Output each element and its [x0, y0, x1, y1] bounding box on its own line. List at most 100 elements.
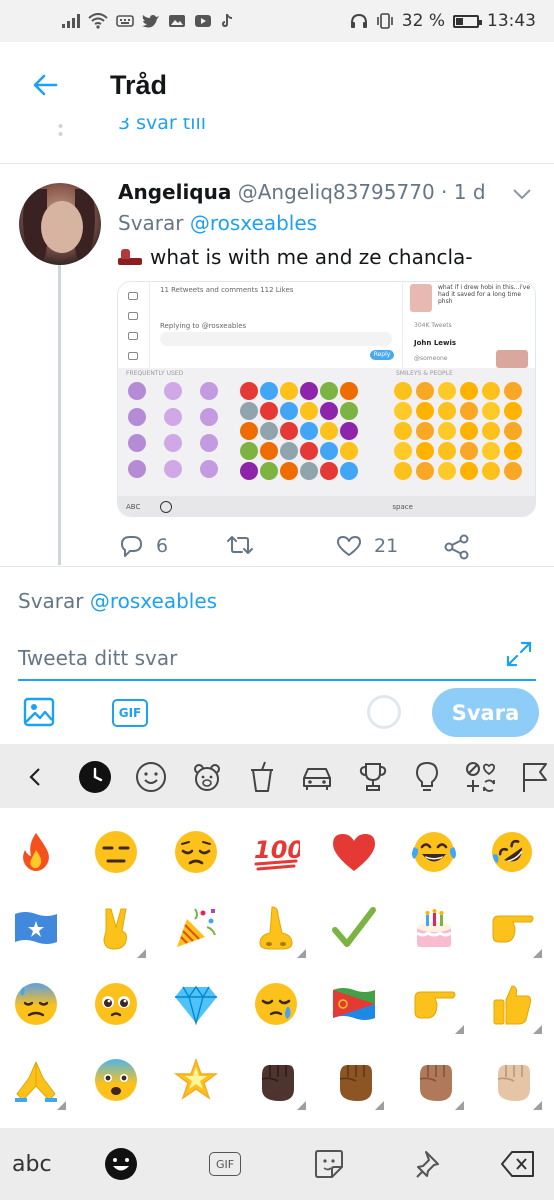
- abc-key[interactable]: abc: [12, 1146, 52, 1182]
- hundred-points-emoji[interactable]: 100: [252, 828, 300, 876]
- food-category-icon[interactable]: [245, 760, 279, 794]
- pleading-face-emoji[interactable]: [92, 980, 140, 1028]
- like-action[interactable]: 21: [336, 534, 398, 558]
- media-emoji-thumb: [460, 442, 478, 460]
- tweet-media-image[interactable]: 11 Retweets and comments 112 Likes Reply…: [117, 281, 536, 517]
- compose-replying-to: Svarar @rosxeables: [18, 589, 217, 613]
- avatar[interactable]: [19, 183, 101, 265]
- clock: 13:43: [487, 11, 536, 31]
- reply-action[interactable]: 6: [118, 534, 168, 558]
- media-emoji-thumb: [260, 382, 278, 400]
- media-emoji-thumb: [300, 462, 318, 480]
- chevron-left-icon[interactable]: [18, 760, 52, 794]
- media-emoji-thumb: [300, 402, 318, 420]
- pin-key-icon[interactable]: [414, 1146, 446, 1182]
- smiley-category-icon[interactable]: [134, 760, 168, 794]
- mention-link[interactable]: @rosxeables: [190, 211, 317, 235]
- back-button[interactable]: [0, 42, 90, 128]
- wifi-icon: [88, 13, 108, 29]
- folded-hands-emoji[interactable]: [12, 1056, 66, 1110]
- recent-clock-icon[interactable]: [78, 760, 112, 794]
- fire-emoji[interactable]: [12, 828, 60, 876]
- raised-fist-dark-emoji[interactable]: [252, 1056, 306, 1110]
- lightbulb-category-icon[interactable]: [410, 760, 444, 794]
- trophy-category-icon[interactable]: [356, 760, 390, 794]
- compose-mention-link[interactable]: @rosxeables: [90, 589, 217, 613]
- media-emoji-thumb: [504, 422, 522, 440]
- media-emoji-thumb: [164, 434, 182, 452]
- animal-category-icon[interactable]: [190, 760, 224, 794]
- media-emoji-thumb: [320, 442, 338, 460]
- expressionless-face-icon: [95, 831, 137, 873]
- anxious-sweat-emoji[interactable]: [12, 980, 60, 1028]
- flag-category-icon[interactable]: [518, 760, 552, 794]
- raised-fist-medium-emoji[interactable]: [410, 1056, 464, 1110]
- sticker-key-icon[interactable]: [312, 1146, 346, 1182]
- party-popper-icon: [177, 908, 216, 947]
- party-popper-emoji[interactable]: [172, 904, 220, 952]
- pleading-face-icon: [95, 983, 137, 1025]
- birthday-cake-emoji[interactable]: [410, 904, 458, 952]
- tweet[interactable]: Angeliqua @Angeliq83795770 · 1 d Svarar …: [0, 165, 554, 565]
- reply-send-button[interactable]: Svara: [432, 688, 539, 737]
- raised-fist-medium-dark-emoji[interactable]: [330, 1056, 384, 1110]
- share-action[interactable]: [444, 534, 470, 560]
- reply-count: 6: [156, 535, 169, 557]
- media-emoji-thumb: [280, 402, 298, 420]
- thumbs-up-emoji[interactable]: [488, 980, 542, 1034]
- backspace-icon[interactable]: [500, 1146, 536, 1182]
- victory-hand-emoji[interactable]: [92, 904, 146, 958]
- pensive-face-icon: [175, 831, 217, 873]
- check-mark-emoji[interactable]: [330, 904, 378, 952]
- travel-category-icon[interactable]: [300, 760, 334, 794]
- pointing-right-emoji[interactable]: [488, 904, 542, 958]
- emoji-key-icon[interactable]: [103, 1146, 139, 1182]
- tears-of-joy-emoji[interactable]: [410, 828, 458, 876]
- check-mark-icon: [332, 907, 376, 947]
- media-emoji-thumb: [340, 382, 358, 400]
- rolling-laughing-emoji[interactable]: [488, 828, 536, 876]
- retweet-action[interactable]: [226, 534, 254, 556]
- somalia-flag-icon: [15, 912, 57, 944]
- media-emoji-thumb: [438, 382, 456, 400]
- nose-emoji[interactable]: [252, 904, 306, 958]
- media-emoji-thumb: [482, 402, 500, 420]
- author-name[interactable]: Angeliqua: [118, 180, 231, 204]
- app-header: Tråd: [0, 42, 554, 128]
- media-emoji-thumb: [438, 402, 456, 420]
- media-emoji-thumb: [438, 422, 456, 440]
- raised-fist-light-emoji[interactable]: [488, 1056, 542, 1110]
- expressionless-face-emoji[interactable]: [92, 828, 140, 876]
- gif-button[interactable]: GIF: [112, 699, 148, 727]
- media-emoji-thumb: [280, 422, 298, 440]
- fire-emoji-icon: [23, 833, 49, 871]
- media-emoji-thumb: [482, 462, 500, 480]
- media-emoji-thumb: [460, 402, 478, 420]
- glowing-star-emoji[interactable]: [172, 1056, 220, 1104]
- vibrate-icon: [376, 13, 393, 29]
- somalia-flag-emoji[interactable]: [12, 904, 60, 952]
- media-emoji-thumb: [128, 460, 146, 478]
- media-emoji-thumb: [460, 422, 478, 440]
- eritrea-flag-emoji[interactable]: [330, 980, 378, 1028]
- reply-input[interactable]: [18, 637, 536, 681]
- chevron-down-icon[interactable]: [512, 187, 532, 201]
- fearful-face-emoji[interactable]: [92, 1056, 140, 1104]
- pensive-face-emoji[interactable]: [172, 828, 220, 876]
- symbols-category-icon[interactable]: [464, 760, 498, 794]
- status-icons-left: [18, 13, 350, 29]
- expand-icon[interactable]: [504, 639, 534, 669]
- pointing-right-emoji-2[interactable]: [410, 980, 464, 1034]
- media-emoji-thumb: [416, 382, 434, 400]
- image-icon[interactable]: [22, 695, 56, 729]
- tweet-actions: 6 21: [118, 534, 478, 564]
- gem-stone-emoji[interactable]: [172, 980, 220, 1028]
- reply-icon: [121, 536, 142, 557]
- emoji-category-bar: [0, 744, 554, 808]
- fearful-face-icon: [95, 1059, 137, 1101]
- sleepy-face-emoji[interactable]: [252, 980, 300, 1028]
- more-replies-link[interactable]: 3 svar till: [118, 118, 206, 134]
- media-emoji-thumb: [200, 460, 218, 478]
- red-heart-emoji[interactable]: [330, 828, 378, 876]
- gif-key[interactable]: GIF: [207, 1146, 243, 1182]
